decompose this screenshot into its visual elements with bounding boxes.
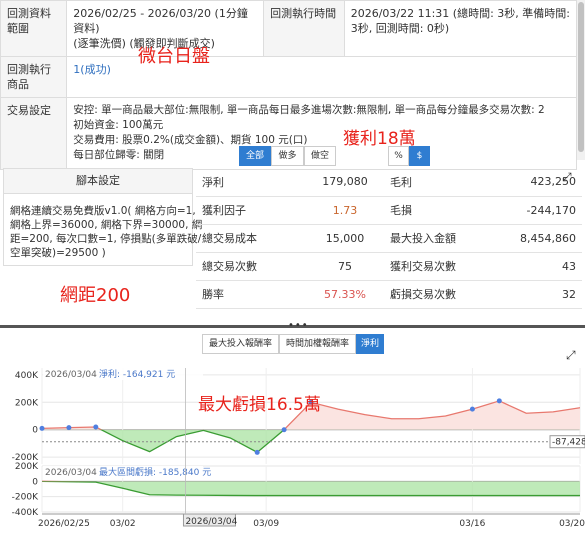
stat-label: 毛損 xyxy=(384,196,502,225)
toggle-long[interactable]: 做多 xyxy=(271,146,304,166)
script-param-line: 網格連續交易免費版v1.0( 網格方向=1, xyxy=(10,205,196,217)
exec-time-line-1: 2026/03/22 11:31 (總時間: 3秒, 準備時間: xyxy=(350,7,570,20)
toggle-dollar[interactable]: $ xyxy=(409,146,430,166)
drag-handle-icon[interactable]: ••• xyxy=(288,320,309,331)
trade-marker xyxy=(281,427,287,433)
stat-label: 虧損交易次數 xyxy=(384,280,502,309)
stats-table: 淨利 179,080 毛利 423,250 獲利因子 1.73 毛損 -244,… xyxy=(196,168,582,309)
x-tick-label: 03/16 xyxy=(459,519,485,529)
y-tick-label: 200K xyxy=(15,398,39,408)
stat-value: -244,170 xyxy=(502,196,582,225)
stat-label: 淨利 xyxy=(196,168,306,197)
y-tick-label: 0 xyxy=(32,426,38,436)
x-tick-label: 2026/02/25 xyxy=(38,519,90,529)
trade-marker xyxy=(39,425,45,431)
stat-value: 43 xyxy=(502,252,582,281)
script-settings-body: 網格連續交易免費版v1.0( 網格方向=1, 網格上界=36000, 網格下界=… xyxy=(3,194,203,266)
script-param-line: 空單突破)=29500 ) xyxy=(10,247,106,259)
stat-value: 32 xyxy=(502,280,582,309)
x-tick-label: 03/20 xyxy=(559,519,585,529)
drawdown-chart: 200K 0 -200K -400K 2026/03/04 最大區間虧損: -185,84… xyxy=(12,462,581,518)
product-value[interactable]: 1(成功) xyxy=(73,63,111,76)
toggle-all[interactable]: 全部 xyxy=(239,146,271,166)
stat-label: 獲利因子 xyxy=(196,196,306,225)
scrollbar-thumb[interactable] xyxy=(578,2,584,152)
vertical-scrollbar[interactable] xyxy=(577,0,585,160)
annotation-grid: 網距200 xyxy=(60,285,131,306)
y-tick-label: 0 xyxy=(32,477,38,487)
stat-label: 總交易次數 xyxy=(196,252,306,281)
trade-marker xyxy=(496,398,502,404)
stats-row: 勝率 57.33% 虧損交易次數 32 xyxy=(196,280,582,309)
range-label: 回測資料範圍 xyxy=(0,0,68,57)
stat-label: 最大投入金額 xyxy=(384,224,502,253)
net-profit-chart: 400K200K0-200K2026/03/04 淨利: -164,921 元-8… xyxy=(12,368,585,464)
trade-marker xyxy=(469,406,475,412)
script-param-line: 網格上界=36000, 網格下界=30000, 網 xyxy=(10,219,203,231)
script-param-line: 距=200, 每次口數=1, 停損點(多單跌破/ xyxy=(10,233,202,245)
stat-value: 57.33% xyxy=(306,280,384,309)
trade-marker xyxy=(254,449,260,455)
backtest-info-table: 回測資料範圍 2026/02/25 - 2026/03/20 (1分鐘資料) (… xyxy=(0,0,578,170)
tooltip-series: 最大區間虧損: -185,840 元 xyxy=(99,466,211,478)
y-tick-label: -200K xyxy=(12,493,39,503)
trade-marker xyxy=(66,425,72,431)
stats-row: 總交易次數 75 獲利交易次數 43 xyxy=(196,252,582,281)
stat-value: 179,080 xyxy=(306,168,384,197)
annotation-drawdown: 最大虧損16.5萬 xyxy=(198,395,321,415)
settings-line: 安控: 單一商品最大部位:無限制, 單一商品每日最多進場次數:無限制, 單一商品… xyxy=(73,104,545,116)
stat-label: 獲利交易次數 xyxy=(384,252,502,281)
stat-label: 勝率 xyxy=(196,280,306,309)
equity-charts[interactable]: 400K200K0-200K2026/03/04 淨利: -164,921 元-8… xyxy=(0,354,585,534)
stat-label: 毛利 xyxy=(384,168,502,197)
y-tick-label: 200K xyxy=(15,462,39,472)
stats-row: 獲利因子 1.73 毛損 -244,170 xyxy=(196,196,582,225)
y-tick-label: 400K xyxy=(15,371,39,381)
tooltip-series: 淨利: -164,921 元 xyxy=(99,368,175,380)
toggle-short[interactable]: 做空 xyxy=(304,146,336,166)
stat-value: 15,000 xyxy=(306,224,384,253)
last-value-label: -87,428 xyxy=(552,438,585,448)
toggle-percent[interactable]: % xyxy=(388,146,409,166)
annotation-product: 微台日盤 xyxy=(138,46,210,67)
stats-row: 總交易成本 15,000 最大投入金額 8,454,860 xyxy=(196,224,582,253)
x-tick-label: 03/09 xyxy=(253,519,279,529)
tooltip-date: 2026/03/04 xyxy=(45,370,97,380)
settings-line: 初始資金: 100萬元 xyxy=(73,119,164,131)
stats-row: 淨利 179,080 毛利 423,250 xyxy=(196,168,582,197)
tab-net-profit[interactable]: 淨利 xyxy=(356,334,384,354)
stat-value: 75 xyxy=(306,252,384,281)
exec-time-label: 回測執行時間 xyxy=(263,0,345,57)
stat-value: 8,454,860 xyxy=(502,224,582,253)
tab-time-weighted-return[interactable]: 時間加權報酬率 xyxy=(279,334,356,354)
stat-label: 總交易成本 xyxy=(196,224,306,253)
tab-max-investment-return[interactable]: 最大投入報酬率 xyxy=(202,334,279,354)
x-tick-label: 03/02 xyxy=(110,519,136,529)
range-value-line-1: 2026/02/25 - 2026/03/20 (1分鐘資料) xyxy=(73,7,248,35)
stat-value: 1.73 xyxy=(306,196,384,225)
crosshair-date-label: 2026/03/04 xyxy=(185,517,237,527)
y-tick-label: -400K xyxy=(12,508,39,518)
script-settings-header: 腳本設定 xyxy=(3,168,193,194)
settings-label: 交易設定 xyxy=(0,97,68,170)
trade-marker xyxy=(93,424,99,430)
expand-stats-icon[interactable]: ⤢ xyxy=(562,170,572,185)
tooltip-date: 2026/03/04 xyxy=(45,468,97,478)
exec-time-line-2: 3秒, 回測時間: 0秒) xyxy=(350,22,450,35)
exec-time-value: 2026/03/22 11:31 (總時間: 3秒, 準備時間: 3秒, 回測時… xyxy=(343,0,578,57)
product-label: 回測執行商品 xyxy=(0,56,68,98)
